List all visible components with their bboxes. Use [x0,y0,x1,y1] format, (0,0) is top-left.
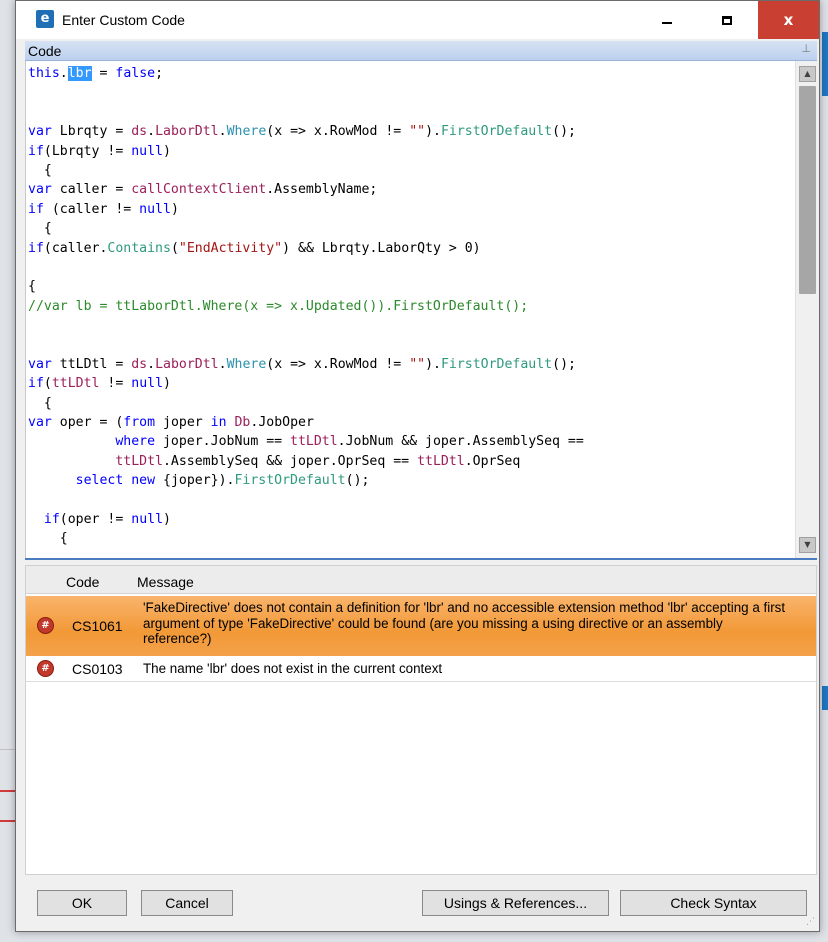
code-line[interactable]: select new {joper}).FirstOrDefault(); [28,471,816,490]
code-line[interactable]: where joper.JobNum == ttLDtl.JobNum && j… [28,432,816,451]
background-app-strip [822,686,828,710]
usings-references-button[interactable]: Usings & References... [422,890,609,916]
custom-code-dialog: e Enter Custom Code x Code ⊥ this.lbr = … [15,0,820,932]
code-line[interactable]: if(oper != null) [28,510,816,529]
code-line[interactable]: { [28,394,816,413]
code-line[interactable]: if(Lbrqty != null) [28,142,816,161]
code-line[interactable]: this.lbr = false; [28,64,816,83]
code-line[interactable]: var ttLDtl = ds.LaborDtl.Where(x => x.Ro… [28,355,816,374]
column-header-code[interactable]: Code [66,574,99,590]
minimize-button[interactable] [638,1,696,39]
code-line[interactable]: var oper = (from joper in Db.JobOper [28,413,816,432]
background-divider [0,749,15,750]
close-button[interactable]: x [758,1,819,39]
error-code: CS0103 [72,661,123,677]
panel-splitter[interactable] [25,558,817,565]
background-divider [0,820,15,822]
code-line[interactable]: { [28,219,816,238]
close-icon: x [783,11,794,29]
code-panel-title: Code [28,43,62,59]
error-list: Code Message # CS1061 'FakeDirective' do… [25,565,817,875]
code-line[interactable]: var Lbrqty = ds.LaborDtl.Where(x => x.Ro… [28,122,816,141]
vertical-scrollbar[interactable]: ▲ ▼ [795,61,817,558]
code-line[interactable] [28,103,816,122]
code-line[interactable] [28,83,816,102]
code-line[interactable]: { [28,161,816,180]
column-header-message[interactable]: Message [137,574,194,590]
code-line[interactable]: { [28,529,816,548]
code-panel-header: Code ⊥ [25,41,817,61]
scroll-up-icon[interactable]: ▲ [799,66,816,82]
error-list-header: Code Message [26,566,816,594]
check-syntax-button[interactable]: Check Syntax [620,890,807,916]
ok-button[interactable]: OK [37,890,127,916]
error-row[interactable]: # CS0103 The name 'lbr' does not exist i… [26,656,816,682]
error-row[interactable]: # CS1061 'FakeDirective' does not contai… [26,596,816,656]
error-message: 'FakeDirective' does not contain a defin… [143,600,786,646]
resize-grip-icon[interactable]: ⋰ [806,917,815,927]
error-message: The name 'lbr' does not exist in the cur… [143,661,443,676]
maximize-button[interactable] [698,1,756,39]
code-line[interactable] [28,316,816,335]
scroll-down-icon[interactable]: ▼ [799,537,816,553]
code-line[interactable] [28,335,816,354]
code-line[interactable]: ttLDtl.AssemblySeq && joper.OprSeq == tt… [28,452,816,471]
code-line[interactable]: { [28,277,816,296]
background-app-strip [822,32,828,96]
code-line[interactable]: var caller = callContextClient.AssemblyN… [28,180,816,199]
window-title: Enter Custom Code [62,12,185,28]
background-divider [0,790,15,792]
pin-icon[interactable]: ⊥ [801,42,811,55]
cancel-button[interactable]: Cancel [141,890,233,916]
code-line[interactable]: if(caller.Contains("EndActivity") && Lbr… [28,239,816,258]
error-code: CS1061 [72,618,123,634]
code-line[interactable]: if (caller != null) [28,200,816,219]
code-line[interactable] [28,491,816,510]
code-line[interactable]: if(ttLDtl != null) [28,374,816,393]
minimize-icon [662,22,672,24]
code-text[interactable]: this.lbr = false; var Lbrqty = ds.LaborDt… [28,64,816,549]
error-icon: # [37,660,54,677]
code-editor[interactable]: this.lbr = false; var Lbrqty = ds.LaborDt… [25,61,817,558]
error-icon: # [37,617,54,634]
app-logo-icon: e [36,10,54,28]
code-line[interactable]: //var lb = ttLaborDtl.Where(x => x.Updat… [28,297,816,316]
title-bar[interactable]: e Enter Custom Code x [16,1,819,39]
code-line[interactable] [28,258,816,277]
scrollbar-thumb[interactable] [799,86,816,294]
maximize-icon [722,15,732,25]
